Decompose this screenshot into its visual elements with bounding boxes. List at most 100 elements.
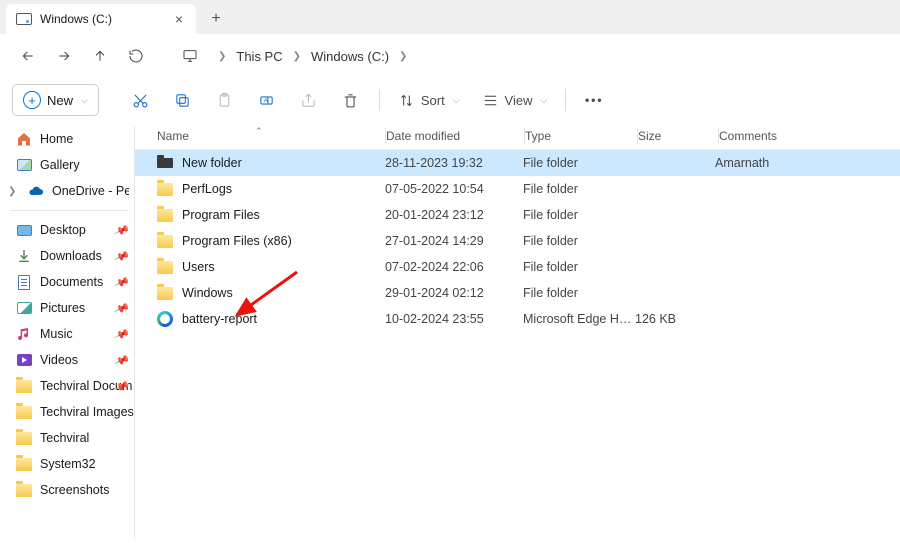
sidebar-item-techviral-docum[interactable]: Techviral Docum 📌 bbox=[10, 373, 135, 399]
pin-icon: 📌 bbox=[113, 274, 130, 291]
file-date: 29-01-2024 02:12 bbox=[385, 286, 523, 300]
table-row[interactable]: Users 07-02-2024 22:06File folder bbox=[135, 254, 900, 280]
file-date: 07-02-2024 22:06 bbox=[385, 260, 523, 274]
drive-icon bbox=[16, 11, 32, 27]
file-icon bbox=[157, 181, 173, 197]
table-row[interactable]: Program Files20-01-2024 23:12File folder bbox=[135, 202, 900, 228]
file-comments: Amarnath bbox=[715, 156, 900, 170]
rename-button[interactable]: A bbox=[249, 84, 285, 116]
file-name: Users bbox=[182, 260, 215, 274]
sidebar-item-techviral-images[interactable]: Techviral Images bbox=[10, 399, 135, 425]
delete-button[interactable] bbox=[333, 84, 369, 116]
file-type: Microsoft Edge HTM... bbox=[523, 312, 635, 326]
chevron-right-icon: ❯ bbox=[399, 51, 407, 62]
sidebar-item-music[interactable]: Music 📌 bbox=[10, 321, 135, 347]
file-icon bbox=[157, 311, 173, 327]
sidebar-label: Techviral bbox=[40, 431, 89, 445]
table-row[interactable]: Windows 29-01-2024 02:12File folder bbox=[135, 280, 900, 306]
file-name: Windows bbox=[182, 286, 233, 300]
sidebar: Home Gallery ❯ OneDrive - Persona Deskto… bbox=[0, 122, 135, 543]
up-button[interactable] bbox=[84, 40, 116, 72]
refresh-button[interactable] bbox=[120, 40, 152, 72]
column-headers: Name ⌃ Date modified Type Size Comments bbox=[135, 122, 900, 150]
picture-icon bbox=[16, 300, 32, 316]
sidebar-item-home[interactable]: Home bbox=[10, 126, 135, 152]
file-name: Program Files bbox=[182, 208, 260, 222]
file-type: File folder bbox=[523, 260, 635, 274]
table-row[interactable]: Program Files (x86)27-01-2024 14:29File … bbox=[135, 228, 900, 254]
sort-label: Sort bbox=[421, 93, 445, 108]
breadcrumb: ❯ This PC ❯ Windows (C:) ❯ bbox=[218, 47, 407, 66]
file-name: battery-report bbox=[182, 312, 257, 326]
sidebar-item-documents[interactable]: Documents 📌 bbox=[10, 269, 135, 295]
sidebar-label: Desktop bbox=[40, 223, 86, 237]
plus-icon: + bbox=[23, 91, 41, 109]
paste-button[interactable] bbox=[207, 84, 243, 116]
file-date: 27-01-2024 14:29 bbox=[385, 234, 523, 248]
file-size: 126 KB bbox=[635, 312, 715, 326]
view-button[interactable]: View ⌵ bbox=[474, 84, 556, 116]
sidebar-item-videos[interactable]: Videos 📌 bbox=[10, 347, 135, 373]
copy-button[interactable] bbox=[165, 84, 201, 116]
separator bbox=[379, 89, 380, 111]
sidebar-label: Techviral Images bbox=[40, 405, 134, 419]
file-type: File folder bbox=[523, 286, 635, 300]
crumb-windows-c[interactable]: Windows (C:) bbox=[307, 47, 393, 66]
table-row[interactable]: battery-report10-02-2024 23:55Microsoft … bbox=[135, 306, 900, 332]
sidebar-item-techviral[interactable]: Techviral bbox=[10, 425, 135, 451]
close-tab-icon[interactable]: × bbox=[172, 11, 186, 27]
share-button[interactable] bbox=[291, 84, 327, 116]
new-button[interactable]: + New ⌵ bbox=[12, 84, 99, 116]
sidebar-item-screenshots[interactable]: Screenshots bbox=[10, 477, 135, 503]
monitor-icon[interactable] bbox=[174, 40, 206, 72]
download-icon bbox=[16, 248, 32, 264]
back-button[interactable] bbox=[12, 40, 44, 72]
column-type[interactable]: Type bbox=[525, 129, 637, 143]
chevron-down-icon: ⌵ bbox=[453, 95, 460, 106]
sidebar-item-onedrive[interactable]: ❯ OneDrive - Persona bbox=[10, 178, 135, 204]
toolbar: + New ⌵ A Sort ⌵ View ⌵ ••• bbox=[0, 78, 900, 122]
sidebar-label: Home bbox=[40, 132, 73, 146]
folder-icon bbox=[16, 456, 32, 472]
pin-icon: 📌 bbox=[113, 300, 130, 317]
pin-icon: 📌 bbox=[113, 222, 130, 239]
forward-button[interactable] bbox=[48, 40, 80, 72]
home-icon bbox=[16, 131, 32, 147]
column-name[interactable]: Name ⌃ bbox=[135, 129, 385, 143]
sort-button[interactable]: Sort ⌵ bbox=[390, 84, 468, 116]
file-type: File folder bbox=[523, 182, 635, 196]
file-type: File folder bbox=[523, 208, 635, 222]
sidebar-item-desktop[interactable]: Desktop 📌 bbox=[10, 217, 135, 243]
sidebar-label: Documents bbox=[40, 275, 103, 289]
file-name: Program Files (x86) bbox=[182, 234, 292, 248]
chevron-down-icon: ⌵ bbox=[81, 95, 88, 106]
video-icon bbox=[16, 352, 32, 368]
file-icon bbox=[157, 285, 173, 301]
document-icon bbox=[16, 274, 32, 290]
sidebar-label: Downloads bbox=[40, 249, 102, 263]
sidebar-item-downloads[interactable]: Downloads 📌 bbox=[10, 243, 135, 269]
more-button[interactable]: ••• bbox=[576, 84, 612, 116]
sidebar-label: OneDrive - Persona bbox=[52, 184, 129, 198]
separator bbox=[565, 89, 566, 111]
new-tab-button[interactable]: + bbox=[202, 5, 230, 33]
column-size[interactable]: Size bbox=[638, 129, 718, 143]
crumb-this-pc[interactable]: This PC bbox=[232, 47, 286, 66]
column-comments[interactable]: Comments bbox=[719, 129, 900, 143]
chevron-right-icon[interactable]: ❯ bbox=[10, 186, 16, 197]
sidebar-item-pictures[interactable]: Pictures 📌 bbox=[10, 295, 135, 321]
nav-bar: ❯ This PC ❯ Windows (C:) ❯ bbox=[0, 34, 900, 78]
sidebar-item-gallery[interactable]: Gallery bbox=[10, 152, 135, 178]
chevron-down-icon: ⌵ bbox=[540, 95, 547, 106]
folder-icon bbox=[16, 404, 32, 420]
cut-button[interactable] bbox=[123, 84, 159, 116]
sidebar-item-system32[interactable]: System32 bbox=[10, 451, 135, 477]
table-row[interactable]: New folder28-11-2023 19:32File folderAma… bbox=[135, 150, 900, 176]
column-date[interactable]: Date modified bbox=[386, 129, 524, 143]
table-row[interactable]: PerfLogs07-05-2022 10:54File folder bbox=[135, 176, 900, 202]
folder-icon bbox=[16, 378, 32, 394]
tab-windows-c[interactable]: Windows (C:) × bbox=[6, 4, 196, 34]
main-area: Home Gallery ❯ OneDrive - Persona Deskto… bbox=[0, 122, 900, 543]
file-list: Name ⌃ Date modified Type Size Comments … bbox=[135, 122, 900, 543]
music-icon bbox=[16, 326, 32, 342]
